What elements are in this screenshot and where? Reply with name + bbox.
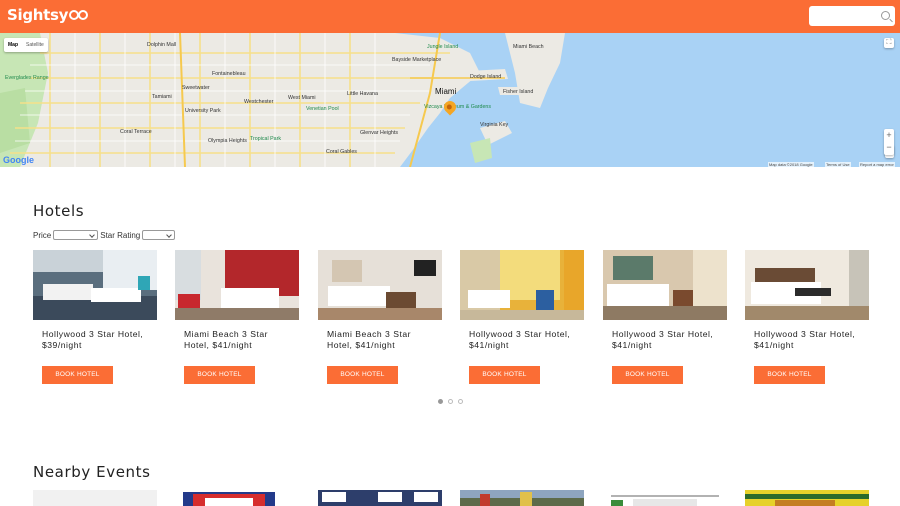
- book-hotel-button[interactable]: BOOK HOTEL: [184, 366, 255, 384]
- top-bar: Sightsy: [0, 0, 900, 33]
- carousel-pagination: [438, 399, 463, 404]
- search-input[interactable]: [809, 6, 895, 26]
- hotel-photo[interactable]: [745, 250, 869, 320]
- map-label: Tropical Park: [250, 136, 282, 142]
- hotel-name: Miami Beach 3 Star Hotel, $41/night: [184, 329, 268, 350]
- carousel-dot[interactable]: [458, 399, 463, 404]
- map-label: Vizcaya Museum & Gardens: [424, 104, 492, 110]
- hotel-filters: Price Star Rating: [33, 230, 177, 240]
- map-label: Everglades Range: [5, 75, 49, 81]
- hotel-card: Miami Beach 3 Star Hotel, $41/night BOOK…: [175, 250, 299, 384]
- map-type-satellite[interactable]: Satellite: [22, 38, 48, 52]
- map-label: Olympia Heights: [208, 138, 247, 144]
- event-image[interactable]: [745, 490, 869, 506]
- logo-text: Sightsy: [7, 6, 69, 24]
- map-type-control[interactable]: Map Satellite: [4, 38, 48, 52]
- hotels-title: Hotels: [33, 202, 85, 220]
- zoom-out-button[interactable]: −: [884, 142, 894, 155]
- map-label: Coral Gables: [326, 149, 357, 155]
- map-label: Bayside Marketplace: [392, 57, 442, 63]
- carousel-dot[interactable]: [448, 399, 453, 404]
- search-icon[interactable]: [881, 11, 890, 20]
- map-label: Virginia Key: [480, 122, 509, 128]
- hotel-card: Hollywood 3 Star Hotel, $41/night BOOK H…: [603, 250, 727, 384]
- price-select[interactable]: [53, 230, 99, 240]
- map-type-map[interactable]: Map: [4, 38, 22, 52]
- event-image[interactable]: [33, 490, 157, 506]
- hotel-name: Hollywood 3 Star Hotel, $41/night: [754, 329, 856, 350]
- map-label: Dolphin Mall: [147, 42, 177, 48]
- hotel-photo[interactable]: [175, 250, 299, 320]
- zoom-control: + −: [884, 129, 894, 155]
- hotel-photo[interactable]: [318, 250, 442, 320]
- zoom-in-button[interactable]: +: [884, 129, 894, 142]
- hotel-card: Hollywood 3 Star Hotel, $39/night BOOK H…: [33, 250, 157, 384]
- logo[interactable]: Sightsy: [7, 6, 90, 24]
- map-attribution: Map data ©2018 Google: [768, 162, 814, 167]
- map-city-label: Miami: [435, 87, 457, 96]
- map-label: Fontainebleau: [212, 71, 246, 77]
- hotel-name: Hollywood 3 Star Hotel, $41/night: [469, 329, 571, 350]
- event-image[interactable]: [603, 490, 727, 506]
- map-label: Tamiami: [152, 94, 172, 100]
- map-label: Venetian Pool: [306, 106, 339, 112]
- map-label: Westchester: [244, 99, 274, 105]
- hotel-card: Miami Beach 3 Star Hotel, $41/night BOOK…: [318, 250, 442, 384]
- book-hotel-button[interactable]: BOOK HOTEL: [469, 366, 540, 384]
- book-hotel-button[interactable]: BOOK HOTEL: [327, 366, 398, 384]
- event-image[interactable]: [175, 490, 299, 506]
- star-rating-label: Star Rating: [100, 230, 141, 240]
- hotel-name: Hollywood 3 Star Hotel, $39/night: [42, 329, 144, 350]
- hotel-photo[interactable]: [33, 250, 157, 320]
- report-error-link[interactable]: Report a map error: [859, 162, 895, 167]
- nearby-events-title: Nearby Events: [33, 463, 151, 481]
- map-label: Miami Beach: [513, 44, 544, 50]
- star-rating-select[interactable]: [142, 230, 176, 240]
- map-label: University Park: [185, 108, 221, 114]
- hotel-name: Miami Beach 3 Star Hotel, $41/night: [327, 329, 411, 350]
- binoculars-icon: [69, 9, 90, 21]
- map-label: Fisher Island: [503, 89, 534, 95]
- map[interactable]: Map Satellite Dolphin Mall Fontainebleau…: [0, 33, 900, 167]
- map-label: West Miami: [288, 95, 316, 101]
- map-label: Little Havana: [347, 91, 378, 97]
- price-label: Price: [33, 230, 52, 240]
- book-hotel-button[interactable]: BOOK HOTEL: [42, 366, 113, 384]
- map-label: Coral Terrace: [120, 129, 152, 135]
- book-hotel-button[interactable]: BOOK HOTEL: [754, 366, 825, 384]
- event-image[interactable]: [460, 490, 584, 506]
- hotel-name: Hollywood 3 Star Hotel, $41/night: [612, 329, 714, 350]
- fullscreen-icon[interactable]: ⛶: [884, 38, 894, 48]
- terms-link[interactable]: Terms of Use: [825, 162, 851, 167]
- book-hotel-button[interactable]: BOOK HOTEL: [612, 366, 683, 384]
- map-label: Jungle Island: [427, 44, 459, 50]
- event-image[interactable]: [318, 490, 442, 506]
- hotel-card: Hollywood 3 Star Hotel, $41/night BOOK H…: [460, 250, 584, 384]
- map-label: Dodge Island: [470, 74, 502, 80]
- google-logo[interactable]: Google: [3, 155, 34, 165]
- map-label: Sweetwater: [182, 85, 210, 91]
- carousel-dot[interactable]: [438, 399, 443, 404]
- hotel-photo[interactable]: [460, 250, 584, 320]
- map-label: Glenvar Heights: [360, 130, 398, 136]
- hotel-photo[interactable]: [603, 250, 727, 320]
- hotel-card: Hollywood 3 Star Hotel, $41/night BOOK H…: [745, 250, 869, 384]
